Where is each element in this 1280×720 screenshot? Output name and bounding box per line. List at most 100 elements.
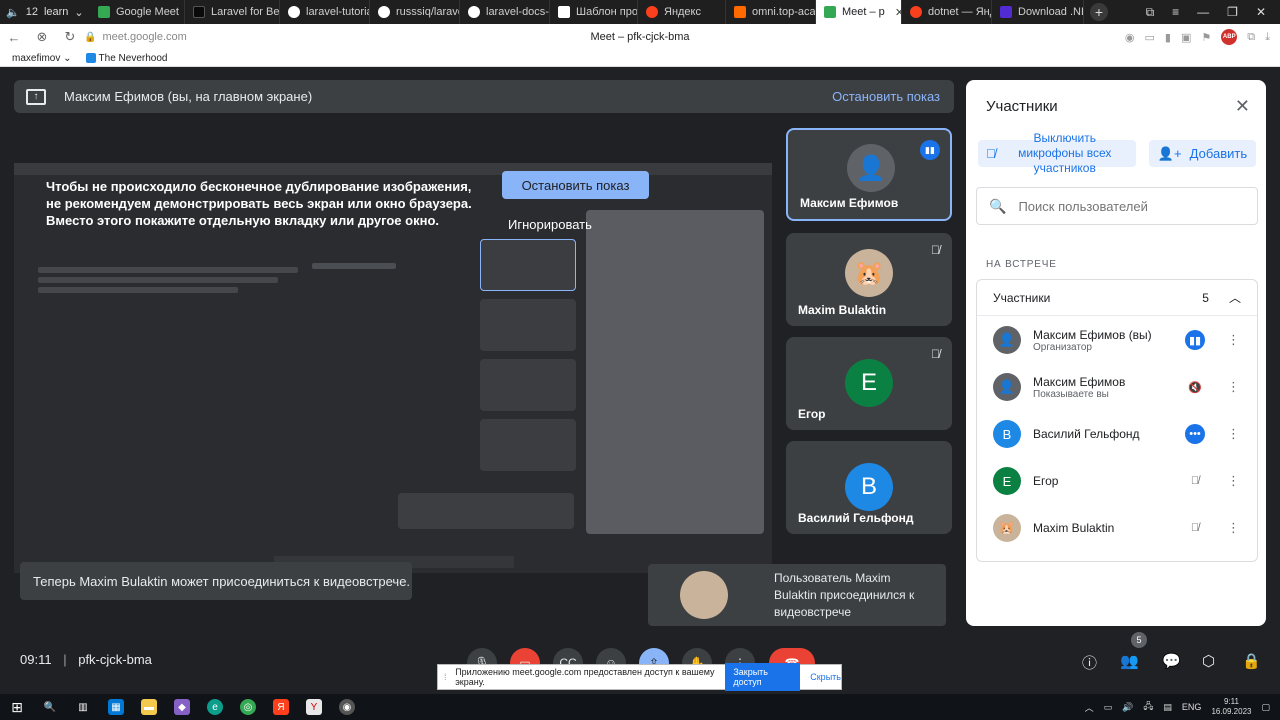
tab-laravel-tutorial[interactable]: laravel-tutorial xyxy=(280,0,370,24)
speaking-indicator-icon: ▮▮ xyxy=(920,140,940,160)
explorer-icon[interactable]: ▬ xyxy=(141,699,157,715)
participant-role: Организатор xyxy=(1033,341,1092,353)
camera-icon[interactable]: ◉ xyxy=(1125,31,1135,44)
participant-tile[interactable]: 🐹 🎙̸ Maxim Bulaktin xyxy=(786,233,952,326)
tab-meet-active[interactable]: Meet – p ✕ xyxy=(816,0,902,24)
more-options-icon[interactable]: ⋮ xyxy=(1227,473,1240,489)
participant-name: Максим Ефимов xyxy=(1033,374,1126,389)
people-panel: Участники ✕ 🎙̸ Выключить микрофоны всех … xyxy=(966,80,1266,626)
stop-sharing-button[interactable]: Остановить показ xyxy=(502,171,649,199)
more-options-icon[interactable]: ⋮ xyxy=(1227,379,1240,395)
screen-share-icon[interactable]: ▣ xyxy=(1181,31,1191,44)
menu-icon[interactable]: ≡ xyxy=(1172,5,1179,20)
participant-name: Егор xyxy=(1033,474,1059,488)
mute-all-button[interactable]: 🎙̸ Выключить микрофоны всех участников xyxy=(978,131,1136,175)
language-indicator[interactable]: ENG xyxy=(1182,702,1202,712)
visual-studio-icon[interactable]: ◆ xyxy=(174,699,190,715)
wikipedia-favicon xyxy=(558,6,570,18)
adblock-icon[interactable]: ABP xyxy=(1221,29,1238,45)
tab-download-dotnet[interactable]: Download .NET xyxy=(992,0,1084,24)
ignore-warning-link[interactable]: Игнорировать xyxy=(508,217,592,232)
mic-icon[interactable]: ▮ xyxy=(1165,31,1171,44)
chevron-up-icon[interactable]: ︿ xyxy=(1085,701,1094,714)
add-label: Добавить xyxy=(1189,146,1248,161)
speaking-indicator-icon: ▮▮ xyxy=(1185,330,1205,350)
chrome-icon[interactable]: ◎ xyxy=(240,699,256,715)
minimize-icon[interactable]: — xyxy=(1197,5,1209,20)
system-tray: ︿ ▭ 🔊 🖧 ▤ ENG 9:11 16.09.2023 ▢ xyxy=(1085,697,1280,717)
bookmark-icon[interactable]: ⚑ xyxy=(1201,31,1211,44)
dev-favicon xyxy=(193,6,205,18)
extensions-icon[interactable]: ⧉ xyxy=(1247,31,1255,44)
people-icon[interactable]: 👥 xyxy=(1120,652,1139,670)
taskbar-clock[interactable]: 9:11 16.09.2023 xyxy=(1211,697,1251,717)
search-input[interactable] xyxy=(1018,198,1249,214)
chevron-up-icon[interactable]: ︿ xyxy=(1229,289,1241,306)
participant-tile[interactable]: B Василий Гельфонд xyxy=(786,441,952,534)
tab-yandex[interactable]: Яндекс xyxy=(638,0,726,24)
screen-share-off-icon[interactable]: 🔇 xyxy=(1185,377,1205,397)
tab-dotnet[interactable]: dotnet — Янд xyxy=(902,0,992,24)
battery-icon[interactable]: ▭ xyxy=(1104,702,1113,713)
volume-icon[interactable]: 🔊 xyxy=(1122,702,1133,713)
bookmark-maxefimov[interactable]: maxefimov ⌄ xyxy=(12,53,72,64)
more-options-icon[interactable]: ⋮ xyxy=(1227,520,1240,536)
mirrored-tile xyxy=(480,299,576,351)
bookmark-neverhood[interactable]: The Neverhood xyxy=(85,53,167,64)
tab-russsiq-laravel[interactable]: russsiq/laravel xyxy=(370,0,460,24)
video-icon[interactable]: ▭ xyxy=(1145,31,1155,44)
join-notification: Пользователь Maxim Bulaktin присоединилс… xyxy=(648,564,946,626)
clipboard-icon[interactable]: ▤ xyxy=(1163,702,1172,713)
drag-handle-icon[interactable]: ⁞ xyxy=(444,672,451,682)
url-field[interactable]: meet.google.com xyxy=(102,31,186,43)
tab-google-meet[interactable]: Google Meet xyxy=(90,0,185,24)
mic-off-icon[interactable]: 🎙̸ xyxy=(1185,518,1205,538)
tab-laravel-beginners[interactable]: Laravel for Beg xyxy=(185,0,280,24)
stop-presenting-link[interactable]: Остановить показ xyxy=(832,89,940,104)
more-options-icon[interactable]: ⋮ xyxy=(1227,426,1240,442)
yandex-browser-icon[interactable]: Y xyxy=(306,699,322,715)
tab-list-icon[interactable]: ⧉ xyxy=(1146,5,1155,20)
meeting-code: pfk-cjck-bma xyxy=(78,652,152,667)
meet-area: ↑ Максим Ефимов (вы, на главном экране) … xyxy=(0,67,1280,694)
download-icon[interactable]: ⤓ xyxy=(1265,31,1270,44)
participant-role: Показываете вы xyxy=(1033,388,1109,400)
avatar: B xyxy=(993,420,1021,448)
activities-icon[interactable]: ⬡ xyxy=(1202,652,1215,670)
chat-icon[interactable]: 💬 xyxy=(1162,652,1181,670)
mic-off-icon[interactable]: 🎙̸ xyxy=(1185,471,1205,491)
more-options-icon[interactable]: ⋮ xyxy=(1227,332,1240,348)
notifications-icon[interactable]: ▢ xyxy=(1261,702,1270,713)
restore-icon[interactable]: ❐ xyxy=(1227,5,1238,20)
new-tab-button[interactable]: + xyxy=(1090,3,1108,21)
participant-row: 👤 Максим Ефимов (вы) Организатор ▮▮ ⋮ xyxy=(977,317,1257,363)
people-search: 🔍 xyxy=(976,187,1258,225)
participants-group-header[interactable]: Участники 5 ︿ xyxy=(977,280,1257,316)
app-icon[interactable]: ◉ xyxy=(339,699,355,715)
reload-icon[interactable]: ↻ xyxy=(56,29,84,45)
hide-notice-link[interactable]: Скрыть xyxy=(810,672,841,682)
tab-template[interactable]: Шаблон проек xyxy=(550,0,638,24)
participant-tile[interactable]: E 🎙̸ Егор xyxy=(786,337,952,430)
tab-omni[interactable]: omni.top-acad xyxy=(726,0,816,24)
tab-laravel-docs[interactable]: laravel-docs-ru xyxy=(460,0,550,24)
store-icon[interactable]: ▦ xyxy=(108,699,124,715)
windows-start-icon[interactable]: ⊞ xyxy=(9,699,25,715)
yandex-icon[interactable]: Я xyxy=(273,699,289,715)
host-controls-icon[interactable]: 🔒 xyxy=(1242,652,1261,670)
meeting-details-icon[interactable]: ⓘ xyxy=(1082,652,1097,673)
yandex-protect-icon[interactable]: ⊗ xyxy=(28,29,56,45)
close-icon[interactable]: ✕ xyxy=(1235,96,1250,117)
back-icon[interactable]: ← xyxy=(0,30,28,45)
add-people-button[interactable]: 👤+ Добавить xyxy=(1149,140,1256,167)
edge-icon[interactable]: e xyxy=(207,699,223,715)
search-icon[interactable]: 🔍 xyxy=(42,699,58,715)
task-view-icon[interactable]: ▥ xyxy=(75,699,91,715)
network-icon[interactable]: 🖧 xyxy=(1143,699,1153,715)
close-window-icon[interactable]: ✕ xyxy=(1256,5,1266,20)
tab-group[interactable]: 🔈 12 learn ⌄ xyxy=(0,0,90,24)
avatar: E xyxy=(845,359,893,407)
participant-tile[interactable]: 👤 ▮▮ Максим Ефимов xyxy=(786,128,952,221)
close-tab-icon[interactable]: ✕ xyxy=(895,6,901,19)
stop-sharing-access-button[interactable]: Закрыть доступ xyxy=(725,663,801,691)
